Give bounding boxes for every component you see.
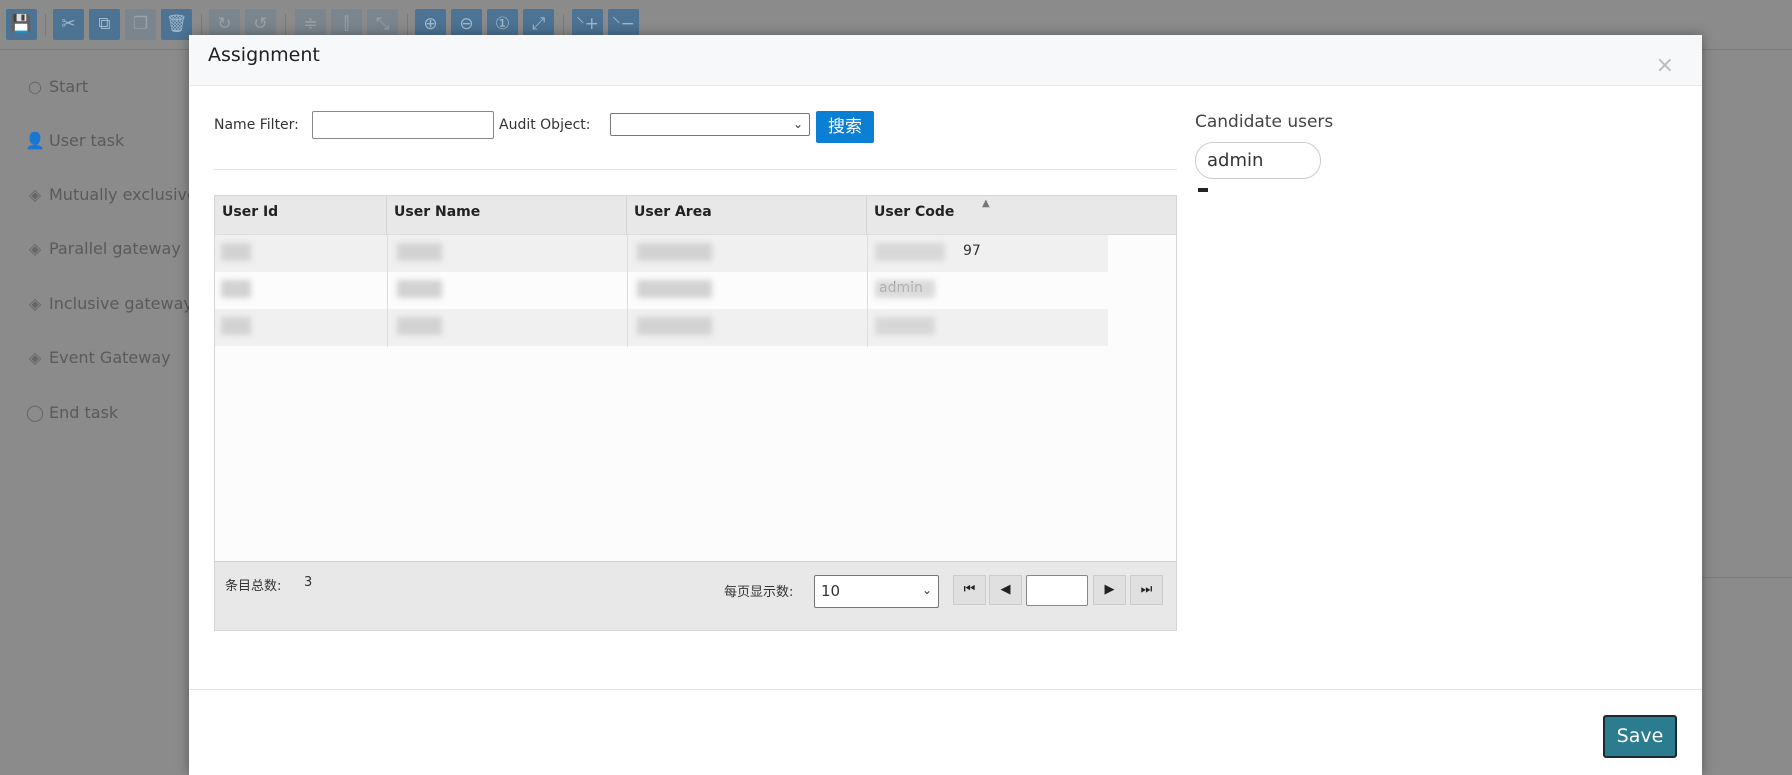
exclusive-gateway-icon: ◈ [28, 185, 42, 204]
modal-title: Assignment [208, 44, 320, 66]
palette-item[interactable]: ◈ Event Gateway [25, 348, 171, 367]
candidate-users-title: Candidate users [1195, 112, 1334, 132]
audit-object-select[interactable]: ⌄ [610, 113, 810, 136]
save-button[interactable]: Save [1603, 715, 1677, 758]
palette-item[interactable]: ◈ Mutually exclusive g [25, 185, 212, 204]
user-icon: 👤 [25, 131, 45, 150]
inclusive-gateway-icon: ◈ [28, 294, 42, 313]
page-size-label: 每页显示数: [724, 585, 794, 600]
name-filter-input[interactable] [312, 111, 494, 139]
paste-button[interactable]: ❐ [125, 9, 156, 40]
redacted-user-area [637, 243, 712, 261]
delete-icon: 🗑 [165, 14, 188, 34]
end-circle-icon: ◯ [26, 403, 44, 422]
parallel-gateway-icon: ◈ [28, 239, 42, 258]
table-row[interactable] [215, 309, 1108, 346]
save-icon: 💾 [10, 14, 33, 34]
next-page-button[interactable]: ▶ [1093, 575, 1126, 605]
user-code-cell: 97 [963, 243, 981, 259]
grid-pager: 条目总数: 3 每页显示数: 10 ⌄ ⏮ ◀ ▶ ⏭ [215, 561, 1176, 630]
last-page-button[interactable]: ⏭ [1130, 575, 1163, 605]
redacted-user-area [637, 317, 712, 335]
grid-header: User Id User Name User Area User Code ▲ [215, 196, 1176, 235]
palette-item-label: Parallel gateway [49, 239, 181, 258]
align-horizontal-icon: ≑ [303, 14, 318, 34]
align-vertical-icon: ⫿ [343, 14, 350, 34]
column-user-id[interactable]: User Id [215, 196, 387, 235]
zoom-in-icon: ⊕ [423, 14, 438, 34]
close-icon[interactable]: × [1656, 53, 1674, 78]
cut-icon: ✂ [61, 14, 76, 34]
fit-icon: ⤢ [531, 14, 546, 34]
cut-button[interactable]: ✂ [53, 9, 84, 40]
palette-item[interactable]: ◯ End task [25, 403, 118, 422]
modal-header: Assignment × [189, 35, 1702, 86]
page-size-value: 10 [821, 582, 841, 600]
palette-item[interactable]: 👤 User task [25, 131, 124, 150]
zoom-out-icon: ⊖ [459, 14, 474, 34]
remove-icon[interactable] [1198, 188, 1208, 192]
prev-page-button[interactable]: ◀ [989, 575, 1022, 605]
redacted-user-name [397, 280, 442, 298]
column-user-name[interactable]: User Name [387, 196, 627, 235]
copy-icon: ⧉ [98, 14, 111, 34]
footer-divider [189, 689, 1702, 690]
save-button[interactable]: 💾 [6, 9, 37, 40]
chevron-down-icon: ⌄ [792, 117, 803, 131]
column-user-code[interactable]: User Code [867, 196, 1176, 235]
resize-icon: ⤡ [375, 14, 390, 34]
total-label: 条目总数: [225, 579, 282, 594]
palette-item[interactable]: ◈ Parallel gateway [25, 239, 181, 258]
palette-item-label: Start [49, 77, 89, 96]
user-grid: User Id User Name User Area User Code ▲ … [214, 195, 1177, 631]
palette-item-label: Mutually exclusive g [49, 185, 213, 204]
palette-item-label: Inclusive gateway [49, 294, 193, 313]
column-user-area[interactable]: User Area [627, 196, 867, 235]
audit-object-label: Audit Object: [499, 117, 591, 133]
name-filter-label: Name Filter: [214, 117, 299, 133]
copy-button[interactable]: ⧉ [89, 9, 120, 40]
redo-icon: ↻ [217, 14, 232, 34]
redacted-user-name [397, 243, 442, 261]
background-divider [1702, 577, 1792, 578]
palette-item[interactable]: ○ Start [25, 77, 88, 96]
zoom-actual-icon: ① [494, 14, 511, 34]
candidate-user-tag[interactable]: admin [1195, 142, 1321, 179]
redacted-user-area [637, 280, 712, 298]
divider [214, 169, 1177, 170]
redacted-user-code [875, 317, 935, 335]
total-count: 3 [304, 575, 313, 590]
table-row[interactable]: 97 [215, 235, 1108, 272]
delete-button[interactable]: 🗑 [161, 9, 192, 40]
palette-item-label: End task [49, 403, 119, 422]
redacted-user-id [221, 317, 251, 335]
redacted-user-id [221, 280, 251, 298]
page-size-select[interactable]: 10 ⌄ [814, 575, 939, 608]
first-page-button[interactable]: ⏮ [953, 575, 986, 605]
redacted-user-code [875, 280, 935, 298]
redacted-user-code [875, 243, 945, 261]
palette-item-label: User task [49, 131, 125, 150]
palette-item[interactable]: ◈ Inclusive gateway [25, 294, 193, 313]
chevron-down-icon: ⌄ [921, 583, 932, 597]
add-bendpoint-icon: ⸌+ [576, 14, 599, 34]
palette-item-label: Event Gateway [49, 348, 171, 367]
redacted-user-id [221, 243, 251, 261]
assignment-modal: Assignment × Name Filter: Audit Object: … [189, 35, 1702, 775]
search-button[interactable]: 搜索 [816, 111, 874, 143]
redacted-user-name [397, 317, 442, 335]
circle-icon: ○ [28, 77, 42, 96]
remove-bendpoint-icon: ⸌− [612, 14, 635, 34]
event-gateway-icon: ◈ [28, 348, 42, 367]
undo-icon: ↺ [253, 14, 268, 34]
page-number-input[interactable] [1026, 575, 1088, 606]
sort-asc-icon: ▲ [982, 198, 990, 209]
paste-icon: ❐ [132, 14, 149, 34]
table-row[interactable]: admin [215, 272, 1108, 309]
